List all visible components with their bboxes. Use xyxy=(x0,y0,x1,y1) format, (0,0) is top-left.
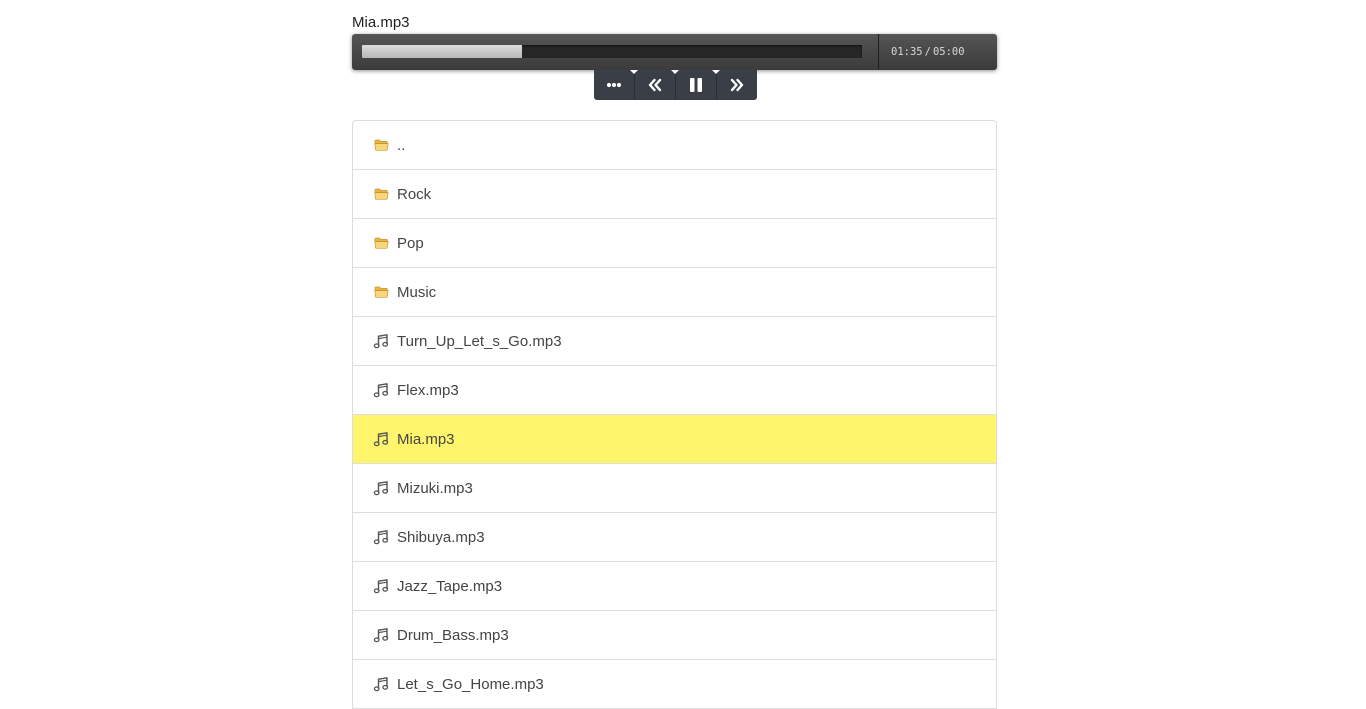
audio-file-row[interactable]: Mizuki.mp3 xyxy=(353,464,996,513)
music-note-icon xyxy=(373,627,389,643)
pause-button[interactable] xyxy=(675,70,720,100)
music-note-icon xyxy=(373,578,389,594)
file-list: .. Rock Pop Music Turn_Up_Let_s_Go.mp3 Flex.m… xyxy=(352,120,997,709)
control-notch xyxy=(712,70,720,74)
file-list-item-label: Drum_Bass.mp3 xyxy=(397,626,509,644)
file-list-item-label: Mia.mp3 xyxy=(397,430,455,448)
folder-open-icon xyxy=(373,284,389,300)
player-divider xyxy=(878,34,879,70)
player-bar: 01:35/05:00 xyxy=(352,34,997,70)
previous-button[interactable] xyxy=(634,70,679,100)
control-notch xyxy=(630,70,638,74)
progress-bar[interactable] xyxy=(362,45,862,58)
ellipsis-icon xyxy=(606,82,622,88)
music-note-icon xyxy=(373,676,389,692)
folder-row[interactable]: .. xyxy=(353,121,996,170)
file-list-item-label: Mizuki.mp3 xyxy=(397,479,473,497)
folder-row[interactable]: Rock xyxy=(353,170,996,219)
audio-file-row[interactable]: Jazz_Tape.mp3 xyxy=(353,562,996,611)
file-list-item-label: Flex.mp3 xyxy=(397,381,459,399)
double-chevron-left-icon xyxy=(647,78,663,92)
file-list-item-label: Turn_Up_Let_s_Go.mp3 xyxy=(397,332,562,350)
music-note-icon xyxy=(373,529,389,545)
file-list-item-label: Pop xyxy=(397,234,424,252)
file-list-item-label: Music xyxy=(397,283,437,301)
time-separator: / xyxy=(924,46,931,58)
double-chevron-right-icon xyxy=(729,78,745,92)
folder-open-icon xyxy=(373,137,389,153)
music-note-icon xyxy=(373,480,389,496)
music-note-icon xyxy=(373,382,389,398)
pause-icon xyxy=(689,77,703,93)
music-note-icon xyxy=(373,333,389,349)
current-time: 01:35 xyxy=(891,46,923,58)
total-time: 05:00 xyxy=(932,46,965,58)
progress-fill xyxy=(362,45,522,58)
folder-row[interactable]: Music xyxy=(353,268,996,317)
menu-button[interactable] xyxy=(594,70,638,100)
file-list-item-label: Let_s_Go_Home.mp3 xyxy=(397,675,544,693)
audio-file-row[interactable]: Turn_Up_Let_s_Go.mp3 xyxy=(353,317,996,366)
folder-open-icon xyxy=(373,186,389,202)
time-readout: 01:35/05:00 xyxy=(891,45,965,59)
music-note-icon xyxy=(373,431,389,447)
audio-file-row[interactable]: Drum_Bass.mp3 xyxy=(353,611,996,660)
file-list-item-label: Shibuya.mp3 xyxy=(397,528,485,546)
playback-controls xyxy=(594,70,757,100)
now-playing-title: Mia.mp3 xyxy=(352,14,410,31)
next-button[interactable] xyxy=(716,70,757,100)
file-list-item-label: Rock xyxy=(397,185,432,203)
folder-open-icon xyxy=(373,235,389,251)
control-notch xyxy=(671,70,679,74)
audio-file-row[interactable]: Mia.mp3 xyxy=(353,415,996,464)
audio-file-row[interactable]: Shibuya.mp3 xyxy=(353,513,996,562)
file-list-item-label: .. xyxy=(397,136,406,154)
file-list-item-label: Jazz_Tape.mp3 xyxy=(397,577,503,595)
audio-file-row[interactable]: Let_s_Go_Home.mp3 xyxy=(353,660,996,709)
audio-file-row[interactable]: Flex.mp3 xyxy=(353,366,996,415)
folder-row[interactable]: Pop xyxy=(353,219,996,268)
